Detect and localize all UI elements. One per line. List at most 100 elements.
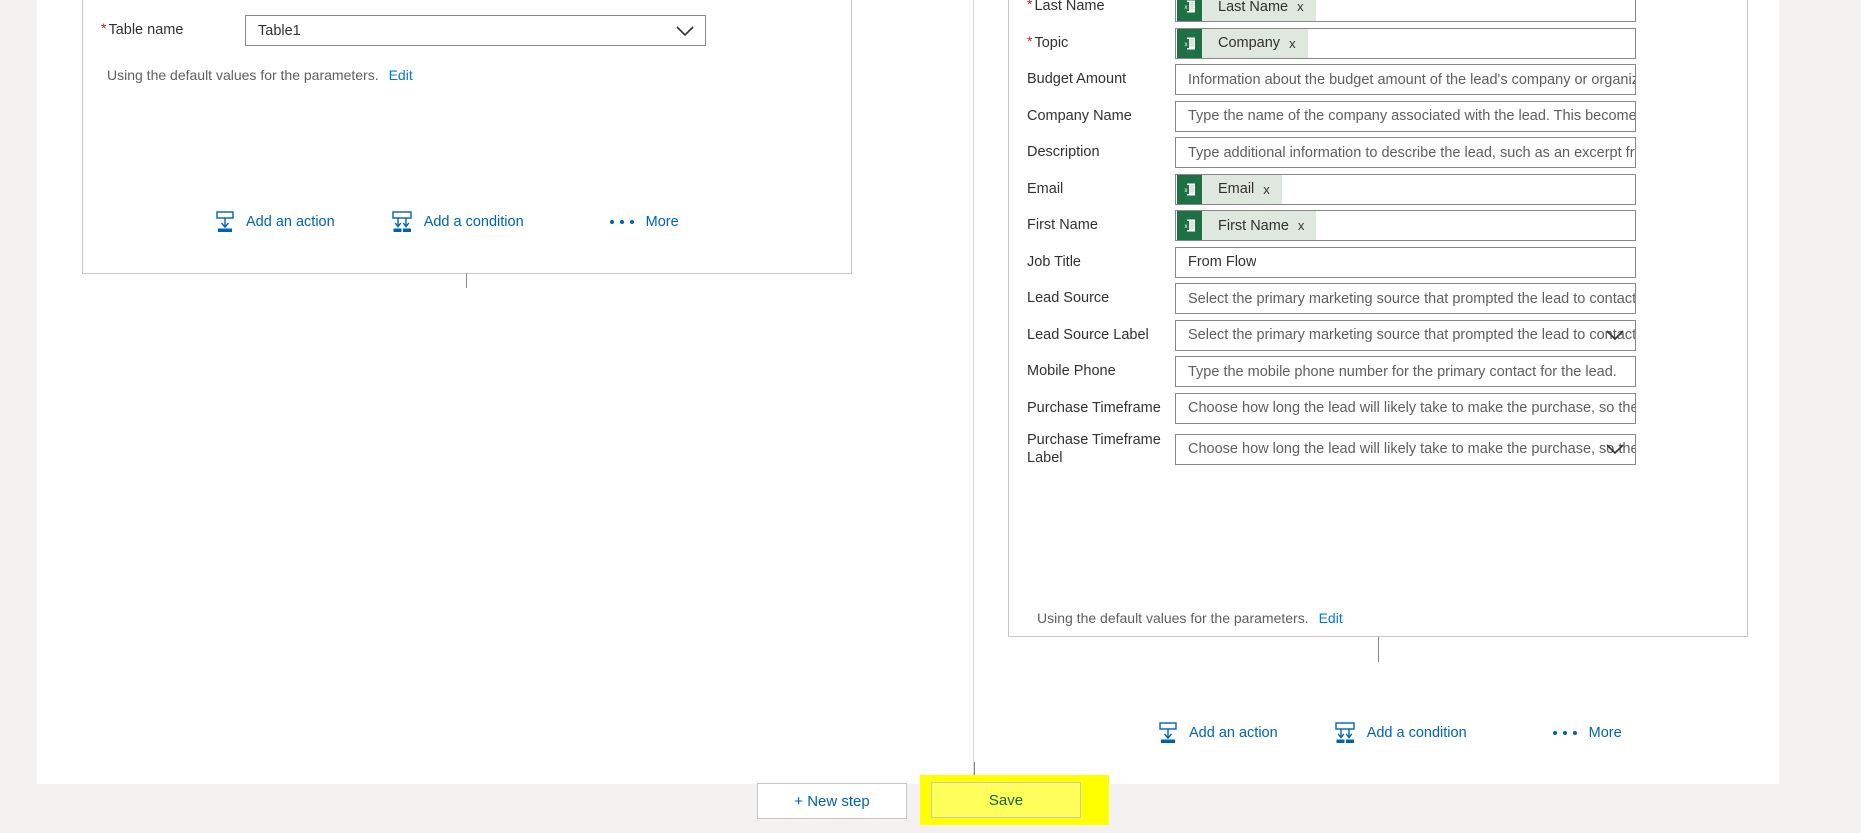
field-label-text: Company Name — [1027, 107, 1132, 124]
save-label: Save — [988, 791, 1024, 809]
svg-text:x: x — [1185, 5, 1188, 11]
field-label-text: Last Name — [1034, 0, 1105, 15]
canvas-right-gutter — [1779, 0, 1861, 784]
field-row: First Name x First Name x — [1027, 210, 1731, 241]
more-button[interactable]: More — [609, 214, 679, 230]
field-row: Lead Source Label Select the primary mark… — [1027, 319, 1731, 351]
field-placeholder: Choose how long the lead will likely tak… — [1188, 400, 1635, 416]
field-label: * Topic — [1027, 34, 1175, 53]
add-condition-icon — [1334, 722, 1355, 743]
svg-text:x: x — [1185, 187, 1188, 193]
field-input[interactable]: x Company x — [1175, 27, 1636, 59]
more-label: More — [645, 214, 679, 230]
svg-text:x: x — [1185, 41, 1188, 47]
field-input[interactable]: Type the name of the company associated … — [1175, 100, 1636, 132]
add-an-action-button-right[interactable]: Add an action — [1158, 722, 1278, 744]
left-defaults-note-text: Using the default values for the paramet… — [107, 67, 379, 83]
field-label: * Last Name — [1027, 0, 1175, 16]
field-input[interactable]: Select the primary marketing source that… — [1175, 319, 1636, 351]
excel-icon: x — [1177, 0, 1202, 21]
add-an-action-label: Add an action — [246, 214, 335, 230]
field-row: Mobile Phone Type the mobile phone number… — [1027, 356, 1731, 387]
left-defaults-note: Using the default values for the paramet… — [107, 67, 413, 83]
field-label-text: Email — [1027, 180, 1064, 197]
field-label: Lead Source Label — [1027, 326, 1175, 345]
add-an-action-label-right: Add an action — [1189, 725, 1278, 741]
field-placeholder: Choose how long the lead will likely tak… — [1188, 441, 1635, 457]
field-label-text: Purchase Timeframe — [1027, 399, 1161, 416]
field-input[interactable]: x Last Name x — [1175, 0, 1636, 22]
add-a-condition-button-right[interactable]: Add a condition — [1334, 722, 1467, 744]
field-label-text: Topic — [1034, 34, 1069, 51]
excel-icon: x — [1177, 28, 1202, 58]
ellipsis-icon — [1552, 731, 1577, 735]
right-defaults-edit-link[interactable]: Edit — [1319, 610, 1343, 626]
field-label-text: Budget Amount — [1027, 71, 1127, 88]
field-label: Job Title — [1027, 253, 1175, 272]
field-label-text: Description — [1027, 144, 1100, 161]
field-row: Email x Email x — [1027, 173, 1731, 205]
field-input[interactable]: x First Name x — [1175, 210, 1636, 241]
table-name-input[interactable]: Table1 — [245, 15, 706, 46]
field-input[interactable]: Type additional information to describe … — [1175, 137, 1636, 168]
field-input[interactable]: Type the mobile phone number for the pri… — [1175, 356, 1636, 387]
lead-fields-list: * Last Name x Last Name x * Topic x Company x Budg… — [1027, 0, 1731, 475]
chevron-down-icon — [676, 25, 694, 36]
field-label-text: Purchase Timeframe Label — [1027, 431, 1161, 466]
field-row: Job Title From Flow — [1027, 246, 1731, 278]
create-lead-action-card: * Last Name x Last Name x * Topic x Company x Budg… — [1008, 0, 1748, 637]
field-placeholder: Type the name of the company associated … — [1188, 108, 1635, 124]
field-label: Mobile Phone — [1027, 362, 1175, 381]
table-name-label-text: Table name — [108, 22, 184, 39]
field-row: Company Name Type the name of the company… — [1027, 100, 1731, 132]
token-remove-icon[interactable]: x — [1298, 219, 1317, 232]
token-remove-icon[interactable]: x — [1289, 37, 1308, 50]
field-label: Budget Amount — [1027, 70, 1175, 89]
add-action-icon — [1159, 722, 1177, 743]
svg-text:x: x — [1185, 224, 1188, 230]
token-remove-icon[interactable]: x — [1263, 183, 1282, 196]
right-defaults-note: Using the default values for the paramet… — [1037, 610, 1343, 626]
field-input[interactable]: x Email x — [1175, 173, 1636, 205]
right-action-bar: Add an action Add a condition More — [1158, 722, 1622, 744]
field-label: Email — [1027, 180, 1175, 199]
token-label: Company — [1218, 35, 1281, 51]
dynamic-content-token[interactable]: x Company x — [1177, 28, 1308, 58]
save-button[interactable]: Save — [931, 782, 1081, 818]
new-step-button[interactable]: + New step — [757, 783, 907, 819]
field-placeholder: Type the mobile phone number for the pri… — [1188, 363, 1617, 380]
more-label-right: More — [1588, 725, 1622, 741]
field-row: Lead Source Select the primary marketing … — [1027, 283, 1731, 314]
required-indicator: * — [1027, 32, 1033, 49]
field-input[interactable]: Choose how long the lead will likely tak… — [1175, 433, 1636, 465]
token-remove-icon[interactable]: x — [1297, 0, 1316, 13]
excel-icon: x — [1177, 211, 1202, 240]
add-an-action-button[interactable]: Add an action — [215, 211, 335, 233]
field-placeholder: Select the primary marketing source that… — [1188, 290, 1635, 307]
field-row: * Last Name x Last Name x — [1027, 0, 1731, 22]
token-label: First Name — [1218, 217, 1289, 234]
field-label: Purchase Timeframe Label — [1027, 431, 1175, 467]
required-indicator: * — [101, 20, 107, 37]
field-label: Lead Source — [1027, 289, 1175, 308]
dynamic-content-token[interactable]: x First Name x — [1177, 211, 1317, 240]
field-placeholder: Select the primary marketing source that… — [1188, 327, 1635, 343]
connector-left-top — [466, 274, 467, 288]
field-input[interactable]: From Flow — [1175, 246, 1636, 278]
field-value: From Flow — [1188, 254, 1257, 270]
field-input[interactable]: Information about the budget amount of t… — [1175, 64, 1636, 95]
field-placeholder: Information about the budget amount of t… — [1188, 71, 1635, 88]
left-defaults-edit-link[interactable]: Edit — [389, 67, 413, 83]
dynamic-content-token[interactable]: x Email x — [1177, 174, 1282, 204]
more-button-right[interactable]: More — [1552, 725, 1622, 741]
field-input[interactable]: Select the primary marketing source that… — [1175, 283, 1636, 314]
table-name-value: Table1 — [258, 22, 301, 39]
dynamic-content-token[interactable]: x Last Name x — [1177, 0, 1316, 21]
field-row: Purchase Timeframe Choose how long the le… — [1027, 392, 1731, 424]
field-input[interactable]: Choose how long the lead will likely tak… — [1175, 392, 1636, 424]
add-a-condition-label-right: Add a condition — [1366, 725, 1467, 741]
field-label: Description — [1027, 143, 1175, 162]
left-action-bar: Add an action Add a condition More — [215, 211, 679, 233]
field-label-text: Job Title — [1027, 253, 1081, 270]
add-a-condition-button[interactable]: Add a condition — [391, 211, 524, 233]
